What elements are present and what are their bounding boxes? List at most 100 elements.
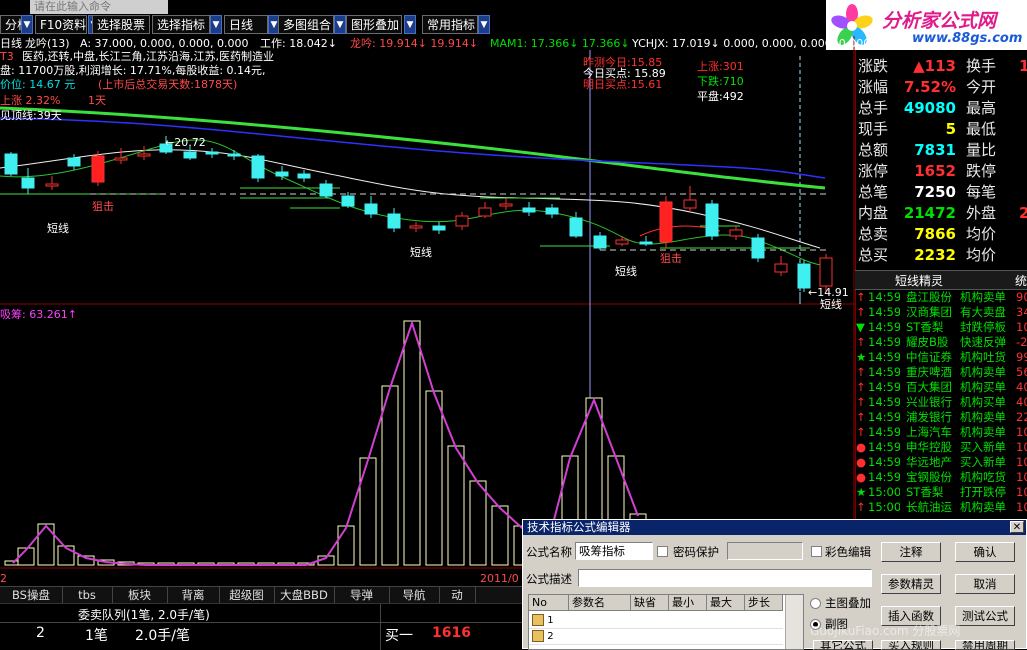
command-input[interactable]: 请在此输入命令 — [30, 0, 168, 14]
formula-name-input[interactable]: 吸筹指标 — [575, 542, 653, 560]
feed-n: 重庆啤酒 — [906, 365, 952, 379]
indicator-bar — [359, 457, 377, 566]
grid-scrollbar[interactable] — [785, 595, 803, 649]
toolbar-common-indicator-button[interactable]: 常用指标 — [422, 15, 478, 34]
param-wizard-button[interactable]: 参数精灵 — [881, 574, 941, 594]
kline-chart-pane[interactable]: 日线 龙吟(13) A: 37.000, 0.000, 0.000, 0.000… — [0, 36, 870, 586]
indicator-tab[interactable]: 板块 — [112, 587, 168, 604]
quote-field: 每笔 — [966, 183, 997, 201]
grid-header-step: 步长 — [745, 595, 783, 611]
feed-item[interactable]: ↑ 14:59 重庆啤酒 机构卖单 56 — [856, 365, 1027, 380]
feed-t: 14:59 — [868, 380, 900, 394]
toolbar-f10-button[interactable]: F10资料 — [35, 15, 87, 34]
confirm-button[interactable]: 确认 — [955, 542, 1015, 562]
chevron-down-icon[interactable]: ▼ — [210, 15, 222, 34]
feed-a: 机构卖单 — [960, 425, 1006, 439]
toolbar-period-button[interactable]: 日线 — [224, 15, 268, 34]
note-button[interactable]: 注释 — [881, 542, 941, 562]
password-checkbox[interactable] — [657, 546, 668, 557]
password-input[interactable] — [727, 542, 803, 560]
candle-body — [545, 207, 559, 215]
feed-item[interactable]: ↑ 14:59 百大集团 机构买单 40 — [856, 380, 1027, 395]
feed-v: 56 — [1016, 365, 1027, 379]
indicator-tab[interactable]: 动 — [439, 587, 476, 604]
feed-a: 机构买单 — [960, 380, 1006, 394]
cancel-button[interactable]: 取消 — [955, 574, 1015, 594]
chevron-down-icon[interactable]: ▼ — [21, 15, 33, 34]
toolbar-overlay-button[interactable]: 图形叠加 — [346, 15, 402, 34]
candle-body — [227, 153, 241, 157]
candle-body — [729, 229, 743, 237]
feed-mark: ↑ — [856, 290, 866, 304]
chevron-down-icon[interactable]: ▼ — [478, 15, 490, 34]
stats-flat-label: 平盘:492 — [697, 90, 744, 103]
toolbar-multi-chart-button[interactable]: 多图组合 — [278, 15, 334, 34]
quote-field: 21472 — [903, 204, 956, 222]
indicator-tab[interactable]: tbs — [62, 587, 113, 604]
param-row[interactable]: 1 — [529, 613, 783, 629]
feed-item[interactable]: ★ 15:00 ST香梨 打开跌停 10 — [856, 485, 1027, 500]
feed-item[interactable]: ● 14:59 申华控股 买入新单 10 — [856, 440, 1027, 455]
quote-field: 1652 — [914, 162, 956, 180]
feed-item[interactable]: ↑ 14:59 兴业银行 机构买单 40 — [856, 395, 1027, 410]
feed-item[interactable]: ↑ 14:59 浦发银行 机构卖单 22 — [856, 410, 1027, 425]
quote-field: 7831 — [914, 141, 956, 159]
toolbar: 分析 ▼ F10资料 ▼ 选择股票 选择指标 ▼ 日线 ▼ 多图组合 ▼ 图形叠… — [0, 14, 825, 36]
kline-chart-svg[interactable] — [0, 36, 855, 586]
candle-body — [705, 203, 719, 237]
feed-item[interactable]: ↑ 15:00 长航油运 机构卖单 10 — [856, 500, 1027, 515]
candle-body — [341, 195, 355, 207]
chevron-down-icon[interactable]: ▼ — [404, 15, 416, 34]
candle-body — [364, 203, 378, 215]
test-formula-button[interactable]: 测试公式 — [955, 606, 1015, 626]
indicator-tab[interactable]: 导弹 — [334, 587, 390, 604]
feed-item[interactable]: ● 14:59 华远地产 买入新单 10 — [856, 455, 1027, 470]
toolbar-select-stock-button[interactable]: 选择股票 — [92, 15, 150, 34]
indicator-bar — [403, 320, 421, 566]
feed-n: 中信证券 — [906, 350, 952, 364]
grid-header-max: 最大 — [707, 595, 745, 611]
chevron-down-icon[interactable]: ▼ — [334, 15, 346, 34]
quote-field: 5 — [945, 120, 956, 138]
right-panel-tabs: 短线精灵 统 — [855, 270, 1027, 290]
ma-white-line — [0, 149, 821, 249]
candle-body — [205, 151, 219, 155]
price-label: 价位: 14.67 元 — [0, 78, 76, 91]
color-edit-checkbox[interactable] — [811, 546, 822, 557]
formula-desc-input[interactable] — [578, 569, 872, 587]
indicator-tab[interactable]: 导航 — [389, 587, 440, 604]
param-grid[interactable]: No 参数名 缺省 最小 最大 步长 1 2 — [528, 594, 804, 650]
formula-name-label: 公式名称 — [526, 545, 572, 559]
dialog-title[interactable]: 技术指标公式编辑器 — [523, 520, 1026, 535]
feed-item[interactable]: ★ 14:59 中信证券 机构吐货 99 — [856, 350, 1027, 365]
indicator-tab[interactable]: 大盘BBD — [274, 587, 335, 604]
toolbar-select-indicator-button[interactable]: 选择指标 — [152, 15, 210, 34]
indicator-bar — [447, 445, 465, 566]
param-row[interactable]: 2 — [529, 629, 783, 645]
feed-item[interactable]: ↑ 14:59 耀皮B股 快速反弹 -2 — [856, 335, 1027, 350]
quote-row: 总卖 7866 均价 — [856, 224, 1027, 245]
tab-short-sprite[interactable]: 短线精灵 — [895, 272, 943, 289]
feed-mark: ↑ — [856, 410, 866, 424]
main-overlay-radio[interactable] — [810, 598, 821, 609]
sell-queue-panel: 委卖队列(1笔, 2.0手/笔) 2 1笔 2.0手/笔 买一 1616 — [0, 603, 525, 650]
feed-n: 申华控股 — [906, 440, 952, 454]
indicator-tab[interactable]: 背离 — [167, 587, 220, 604]
indicator-tab[interactable]: BS操盘 — [0, 587, 63, 604]
candle-body — [275, 171, 289, 177]
feed-item[interactable]: ↑ 14:59 上海汽车 机构卖单 10 — [856, 425, 1027, 440]
feed-t: 14:59 — [868, 425, 900, 439]
date-label: 2011/0 — [480, 572, 519, 585]
forecast-tomorrow-label: 明日买点:15.61 — [583, 78, 663, 91]
tab-other[interactable]: 统 — [1015, 272, 1027, 289]
snipe-signal-label: 狙击 — [92, 200, 114, 213]
password-label: 密码保护 — [673, 545, 719, 559]
indicator-tab[interactable]: 超级图 — [219, 587, 275, 604]
candle-body — [91, 155, 105, 183]
feed-item[interactable]: ▼ 14:59 ST香梨 封跌停板 10 — [856, 320, 1027, 335]
close-icon[interactable]: ✕ — [1010, 521, 1024, 533]
feed-item[interactable]: ● 14:59 宝钢股份 机构吃货 10 — [856, 470, 1027, 485]
feed-item[interactable]: ↑ 14:59 盘江股份 机构卖单 90 — [856, 290, 1027, 305]
sell-queue-title: 委卖队列(1笔, 2.0手/笔) — [78, 608, 210, 622]
feed-item[interactable]: ↑ 14:59 汉商集团 有大卖盘 34 — [856, 305, 1027, 320]
